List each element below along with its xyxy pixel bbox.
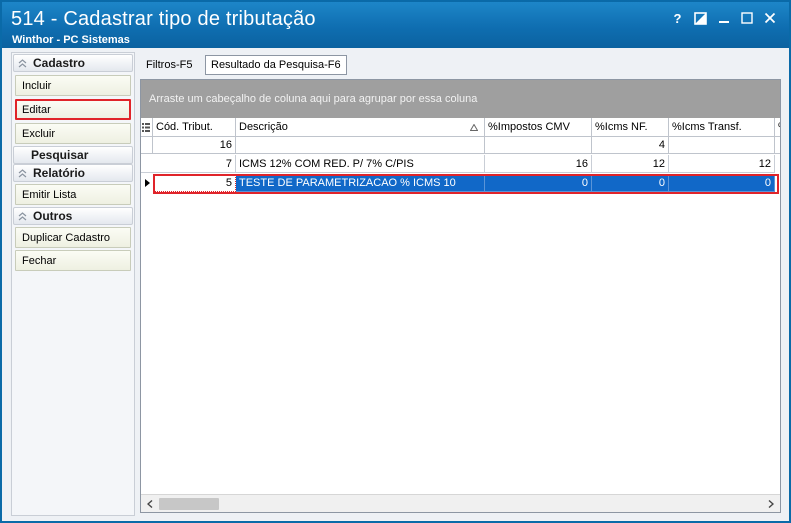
cell-cod-tribut[interactable]: 5 bbox=[153, 174, 236, 192]
scrollbar-thumb[interactable] bbox=[159, 498, 219, 510]
tab-resultado-pesquisa[interactable]: Resultado da Pesquisa-F6 bbox=[205, 55, 347, 75]
horizontal-scrollbar[interactable] bbox=[141, 494, 780, 512]
cell-descricao[interactable]: ICMS 12% COM RED. P/ 7% C/PIS bbox=[236, 155, 485, 173]
help-button[interactable]: ? bbox=[666, 8, 689, 28]
column-header-descricao[interactable]: Descrição bbox=[236, 118, 485, 137]
filter-row-indicator bbox=[141, 137, 153, 154]
column-header-cod-tribut[interactable]: Cód. Tribut. bbox=[153, 118, 236, 137]
filter-cell-icms-nf[interactable]: 4 bbox=[592, 137, 669, 154]
column-header-impostos-cmv[interactable]: %Impostos CMV bbox=[485, 118, 592, 137]
filter-cell-more[interactable] bbox=[775, 137, 780, 154]
current-row-arrow-icon bbox=[144, 179, 150, 187]
group-relatorio[interactable]: Relatório bbox=[13, 164, 133, 182]
close-icon bbox=[764, 12, 775, 24]
filter-cell-cod-tribut[interactable]: 16 bbox=[153, 137, 236, 154]
group-cadastro[interactable]: Cadastro bbox=[13, 54, 133, 72]
group-pesquisar[interactable]: Pesquisar bbox=[13, 146, 133, 164]
column-chooser[interactable] bbox=[141, 118, 153, 137]
scroll-left-arrow-icon[interactable] bbox=[143, 497, 157, 511]
maximize-icon bbox=[740, 12, 753, 24]
filter-cell-impostos-cmv[interactable] bbox=[485, 137, 592, 154]
group-by-area[interactable]: Arraste um cabeçalho de coluna aqui para… bbox=[141, 80, 780, 118]
chevron-up-icon bbox=[18, 58, 29, 68]
group-outros[interactable]: Outros bbox=[13, 207, 133, 225]
group-label: Cadastro bbox=[33, 56, 86, 70]
minimize-icon bbox=[718, 21, 729, 23]
column-label: Descrição bbox=[239, 121, 288, 133]
cell-descricao[interactable]: TESTE DE PARAMETRIZACAO % ICMS 10 bbox=[236, 174, 485, 192]
column-header-icms-nf[interactable]: %Icms NF. bbox=[592, 118, 669, 137]
cell-cod-tribut[interactable]: 7 bbox=[153, 155, 236, 173]
column-header-icms-transf[interactable]: %Icms Transf. bbox=[669, 118, 775, 137]
restore-layout-button[interactable] bbox=[689, 8, 712, 28]
cell-icms-nf[interactable]: 0 bbox=[592, 174, 669, 192]
maximize-button[interactable] bbox=[735, 8, 758, 28]
chevron-up-icon bbox=[18, 168, 29, 178]
excluir-button[interactable]: Excluir bbox=[15, 123, 131, 144]
window-subtitle: Winthor - PC Sistemas bbox=[12, 34, 130, 46]
editar-button[interactable]: Editar bbox=[15, 99, 131, 120]
side-panel: Cadastro Incluir Editar Excluir Pesquisa… bbox=[11, 52, 135, 516]
application-window: 514 - Cadastrar tipo de tributação Winth… bbox=[0, 0, 791, 523]
chevron-up-icon bbox=[18, 211, 29, 221]
group-label: Relatório bbox=[33, 166, 86, 180]
filter-cell-icms-transf[interactable] bbox=[669, 137, 775, 154]
incluir-button[interactable]: Incluir bbox=[15, 75, 131, 96]
title-bar: 514 - Cadastrar tipo de tributação Winth… bbox=[2, 2, 789, 48]
duplicar-cadastro-button[interactable]: Duplicar Cadastro bbox=[15, 227, 131, 248]
cell-icms-transf[interactable]: 0 bbox=[669, 174, 775, 192]
column-chooser-icon bbox=[142, 122, 150, 132]
window-title: 514 - Cadastrar tipo de tributação bbox=[11, 8, 316, 30]
scroll-right-arrow-icon[interactable] bbox=[764, 497, 778, 511]
filter-cell-descricao[interactable] bbox=[236, 137, 485, 154]
cell-impostos-cmv[interactable]: 16 bbox=[485, 155, 592, 173]
close-button[interactable] bbox=[758, 8, 781, 28]
row-indicator bbox=[141, 155, 153, 173]
sort-ascending-icon bbox=[470, 123, 478, 131]
tab-filtros[interactable]: Filtros-F5 bbox=[141, 54, 197, 76]
cell-icms-transf[interactable]: 12 bbox=[669, 155, 775, 173]
group-label: Outros bbox=[33, 209, 73, 223]
emitir-lista-button[interactable]: Emitir Lista bbox=[15, 184, 131, 205]
column-header-more[interactable]: % bbox=[775, 118, 780, 137]
cell-impostos-cmv[interactable]: 0 bbox=[485, 174, 592, 192]
cell-icms-nf[interactable]: 12 bbox=[592, 155, 669, 173]
window-controls: ? bbox=[666, 8, 781, 28]
results-grid: Arraste um cabeçalho de coluna aqui para… bbox=[140, 79, 781, 513]
row-indicator bbox=[141, 174, 153, 192]
group-label: Pesquisar bbox=[31, 148, 89, 162]
fechar-button[interactable]: Fechar bbox=[15, 250, 131, 271]
layout-icon bbox=[694, 11, 707, 25]
minimize-button[interactable] bbox=[712, 8, 735, 28]
